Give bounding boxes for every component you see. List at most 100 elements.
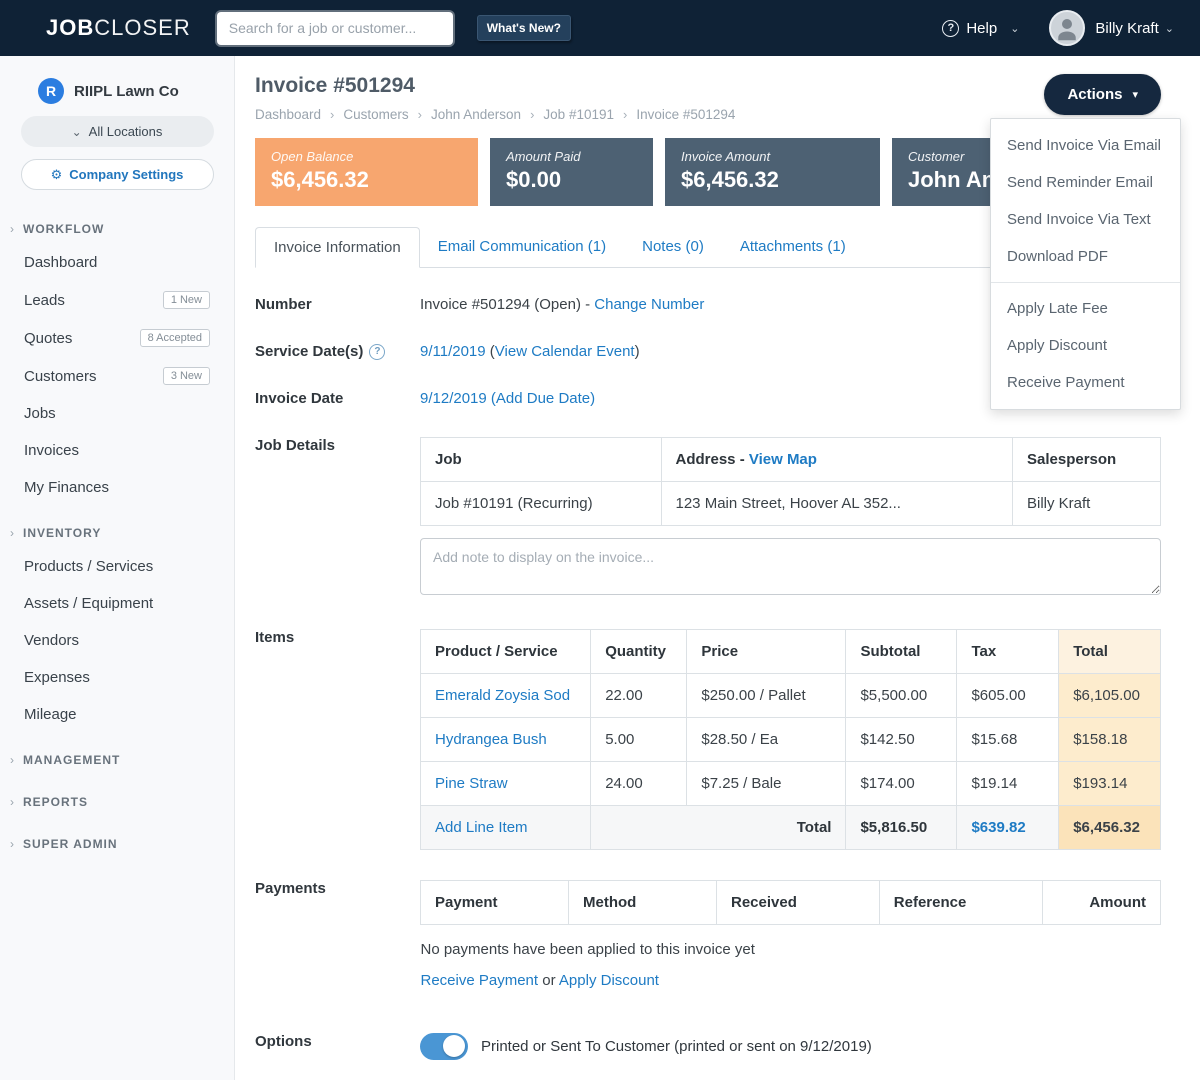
- sidebar-item-assets-equipment[interactable]: Assets / Equipment: [0, 585, 234, 622]
- number-text: Invoice #501294 (Open) -: [420, 296, 590, 313]
- tax-cell: $605.00: [957, 674, 1059, 718]
- salesperson-cell: Billy Kraft: [1013, 482, 1161, 526]
- stat-amount-paid: Amount Paid $0.00: [490, 138, 653, 206]
- menu-item-apply-discount[interactable]: Apply Discount: [991, 327, 1180, 364]
- job-cell: Job #10191 (Recurring): [421, 482, 662, 526]
- sidebar-section-reports[interactable]: › REPORTS: [0, 775, 234, 817]
- subtotal-cell: $174.00: [846, 762, 957, 806]
- add-line-item-cell: Add Line Item: [421, 806, 591, 850]
- user-name[interactable]: Billy Kraft: [1095, 20, 1158, 37]
- grand-tax-cell: $639.82: [957, 806, 1059, 850]
- sidebar-section-label: REPORTS: [23, 795, 88, 809]
- sidebar-section-management[interactable]: › MANAGEMENT: [0, 733, 234, 775]
- product-link[interactable]: Emerald Zoysia Sod: [435, 687, 570, 704]
- sidebar-item-jobs[interactable]: Jobs: [0, 395, 234, 432]
- chevron-down-icon: ⌄: [1165, 22, 1174, 35]
- sidebar-item-my-finances[interactable]: My Finances: [0, 469, 234, 506]
- grand-tax-link[interactable]: $639.82: [971, 819, 1025, 836]
- tab-notes[interactable]: Notes (0): [624, 227, 722, 267]
- sidebar-item-customers[interactable]: Customers 3 New: [0, 357, 234, 395]
- breadcrumb-separator: ›: [623, 107, 627, 122]
- breadcrumb-customers[interactable]: Customers: [343, 107, 408, 122]
- menu-item-receive-payment[interactable]: Receive Payment: [991, 364, 1180, 401]
- global-search-input[interactable]: [217, 12, 453, 45]
- chevron-icon: ›: [10, 795, 14, 809]
- help-menu[interactable]: ? Help ⌄: [942, 20, 1019, 37]
- sidebar-section-inventory[interactable]: › INVENTORY: [0, 506, 234, 548]
- sidebar-item-expenses[interactable]: Expenses: [0, 659, 234, 696]
- price-cell: $250.00 / Pallet: [687, 674, 846, 718]
- help-tooltip-icon[interactable]: ?: [369, 344, 385, 360]
- product-cell: Pine Straw: [421, 762, 591, 806]
- app-logo[interactable]: JOBCLOSER: [46, 15, 191, 41]
- company-logo-icon: R: [38, 78, 64, 104]
- view-map-link[interactable]: View Map: [749, 451, 817, 468]
- company-name: RIIPL Lawn Co: [74, 83, 179, 100]
- change-number-link[interactable]: Change Number: [594, 296, 704, 313]
- payments-empty-row: No payments have been applied to this in…: [421, 925, 1161, 965]
- tab-invoice-information[interactable]: Invoice Information: [255, 227, 420, 268]
- payments-links-row: Receive Payment or Apply Discount: [421, 964, 1161, 1003]
- sidebar-item-leads[interactable]: Leads 1 New: [0, 281, 234, 319]
- printed-sent-toggle[interactable]: [420, 1033, 468, 1060]
- leads-badge: 1 New: [163, 291, 210, 309]
- service-date-link[interactable]: 9/11/2019: [420, 343, 486, 360]
- invoice-date-link[interactable]: 9/12/2019: [420, 390, 487, 407]
- total-cell: $193.14: [1059, 762, 1161, 806]
- price-header: Price: [687, 630, 846, 674]
- view-calendar-event-link[interactable]: View Calendar Event: [495, 343, 635, 360]
- service-date-label-group: Service Date(s) ?: [255, 340, 420, 360]
- invoice-note-input[interactable]: [420, 538, 1161, 595]
- breadcrumb-dashboard[interactable]: Dashboard: [255, 107, 321, 122]
- menu-item-apply-late-fee[interactable]: Apply Late Fee: [991, 290, 1180, 327]
- actions-button[interactable]: Actions ▾: [1044, 74, 1161, 115]
- subtotal-cell: $5,500.00: [846, 674, 957, 718]
- tab-email-communication[interactable]: Email Communication (1): [420, 227, 624, 267]
- sidebar-item-label: Leads: [24, 292, 65, 309]
- subtotal-header: Subtotal: [846, 630, 957, 674]
- sidebar-item-vendors[interactable]: Vendors: [0, 622, 234, 659]
- add-due-date-link[interactable]: (Add Due Date): [491, 390, 595, 407]
- apply-discount-link[interactable]: Apply Discount: [559, 972, 659, 989]
- stat-label: Open Balance: [271, 149, 462, 164]
- product-cell: Emerald Zoysia Sod: [421, 674, 591, 718]
- tab-attachments[interactable]: Attachments (1): [722, 227, 864, 267]
- stat-value: $6,456.32: [681, 167, 864, 193]
- address-cell: 123 Main Street, Hoover AL 352...: [661, 482, 1013, 526]
- chevron-icon: ›: [10, 753, 14, 767]
- sidebar-item-products-services[interactable]: Products / Services: [0, 548, 234, 585]
- all-locations-dropdown[interactable]: ⌄ All Locations: [21, 116, 214, 147]
- sidebar-item-invoices[interactable]: Invoices: [0, 432, 234, 469]
- menu-item-download-pdf[interactable]: Download PDF: [991, 238, 1180, 275]
- payments-label: Payments: [255, 877, 420, 897]
- sidebar-item-mileage[interactable]: Mileage: [0, 696, 234, 733]
- payment-header: Payment: [421, 881, 569, 925]
- sidebar-item-dashboard[interactable]: Dashboard: [0, 244, 234, 281]
- add-line-item-link[interactable]: Add Line Item: [435, 819, 528, 836]
- chevron-icon: ›: [10, 526, 14, 540]
- menu-item-send-invoice-text[interactable]: Send Invoice Via Text: [991, 201, 1180, 238]
- whats-new-button[interactable]: What's New?: [477, 15, 571, 41]
- breadcrumb-customer-name[interactable]: John Anderson: [431, 107, 521, 122]
- menu-item-send-invoice-email[interactable]: Send Invoice Via Email: [991, 127, 1180, 164]
- product-link[interactable]: Pine Straw: [435, 775, 508, 792]
- invoice-date-label: Invoice Date: [255, 387, 420, 407]
- actions-label: Actions: [1067, 86, 1122, 103]
- sidebar-section-workflow[interactable]: › WORKFLOW: [0, 202, 234, 244]
- breadcrumb-job[interactable]: Job #10191: [543, 107, 614, 122]
- stat-label: Invoice Amount: [681, 149, 864, 164]
- company-settings-button[interactable]: ⚙ Company Settings: [21, 159, 214, 190]
- logo-light: CLOSER: [94, 15, 190, 40]
- sidebar-section-label: INVENTORY: [23, 526, 101, 540]
- sidebar-item-label: Invoices: [24, 442, 79, 459]
- sidebar-item-quotes[interactable]: Quotes 8 Accepted: [0, 319, 234, 357]
- sidebar-section-super-admin[interactable]: › SUPER ADMIN: [0, 817, 234, 859]
- menu-item-send-reminder-email[interactable]: Send Reminder Email: [991, 164, 1180, 201]
- product-link[interactable]: Hydrangea Bush: [435, 731, 547, 748]
- stat-invoice-amount: Invoice Amount $6,456.32: [665, 138, 880, 206]
- user-avatar[interactable]: [1049, 10, 1085, 46]
- received-header: Received: [717, 881, 880, 925]
- toggle-knob: [443, 1035, 465, 1057]
- receive-payment-link[interactable]: Receive Payment: [421, 972, 539, 989]
- total-label-cell: Total: [591, 806, 846, 850]
